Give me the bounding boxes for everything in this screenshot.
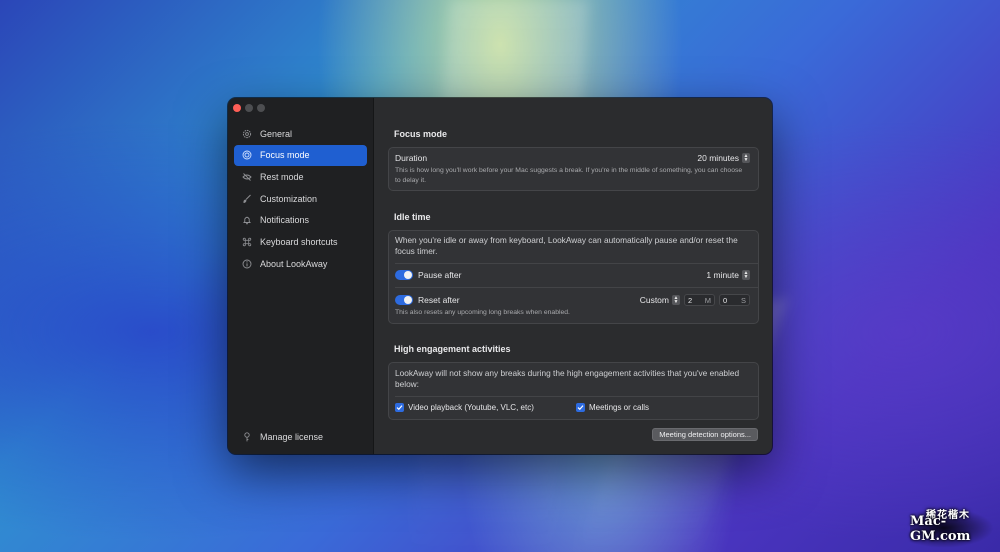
engagement-options-row: Video playback (Youtube, VLC, etc) Meeti… [395,403,750,412]
video-playback-label: Video playback (Youtube, VLC, etc) [408,403,534,412]
reset-minutes-unit: M [704,295,711,305]
high-engagement-panel: LookAway will not show any breaks during… [388,362,759,420]
sidebar-item-label: Focus mode [260,150,310,161]
settings-content: Focus mode Duration 20 minutes ▲ ▼ This i… [374,98,772,454]
idle-time-intro: When you're idle or away from keyboard, … [395,235,738,256]
pause-after-value: 1 minute [706,270,739,280]
reset-minutes-field[interactable]: 2 M [684,294,715,306]
updown-chevron-icon: ▲ ▼ [672,295,680,305]
key-icon [242,432,252,442]
updown-chevron-icon: ▲ ▼ [742,153,750,163]
reset-after-description: This also resets any upcoming long break… [395,309,570,316]
reset-seconds-unit: S [740,295,746,305]
sidebar-nav: General Focus mode Rest mode Customizati… [234,123,367,275]
sidebar-item-rest-mode[interactable]: Rest mode [234,166,367,187]
paintbrush-icon [242,194,252,204]
high-engagement-heading: High engagement activities [394,344,511,354]
info-icon [242,259,252,269]
duration-description: This is how long you'll work before your… [395,167,743,184]
reset-seconds-value: 0 [723,295,728,305]
watermark-site-text: Mac-GM.com [910,514,971,544]
updown-chevron-icon: ▲ ▼ [742,270,750,280]
sidebar-item-label: Keyboard shortcuts [260,236,338,247]
duration-label: Duration [395,153,428,163]
minimize-button[interactable] [245,104,253,112]
sidebar-item-label: Rest mode [260,171,304,182]
command-icon [242,237,252,247]
idle-time-panel: When you're idle or away from keyboard, … [388,230,759,324]
pause-after-select[interactable]: 1 minute ▲ ▼ [706,270,750,280]
reset-after-row: Reset after Custom ▲ ▼ 2 M 0 S [395,294,750,306]
idle-time-heading: Idle time [394,212,431,222]
close-button[interactable] [233,104,241,112]
meetings-option[interactable]: Meetings or calls [576,403,649,412]
sidebar-item-notifications[interactable]: Notifications [234,210,367,231]
duration-value: 20 minutes [697,153,739,163]
divider [395,396,758,397]
manage-license-label: Manage license [260,432,324,442]
reset-after-toggle[interactable] [395,295,413,305]
sidebar-item-general[interactable]: General [234,123,367,144]
target-icon [242,150,252,160]
sidebar-item-customization[interactable]: Customization [234,188,367,209]
pause-after-row: Pause after 1 minute ▲ ▼ [395,270,750,280]
focus-mode-heading: Focus mode [394,129,448,139]
focus-mode-panel: Duration 20 minutes ▲ ▼ This is how long … [388,147,759,191]
reset-after-label: Reset after [418,295,460,305]
reset-mode-value: Custom [639,295,669,305]
eye-slash-icon [242,172,252,182]
watermark-logo: 稀花楷木 Mac-GM.com [910,506,994,548]
pause-after-toggle[interactable] [395,270,413,280]
sidebar-item-label: Customization [260,193,318,204]
reset-seconds-field[interactable]: 0 S [719,294,750,306]
zoom-button[interactable] [257,104,265,112]
sidebar-item-manage-license[interactable]: Manage license [242,432,323,442]
sidebar-item-keyboard-shortcuts[interactable]: Keyboard shortcuts [234,231,367,252]
gear-icon [242,129,252,139]
reset-minutes-value: 2 [688,295,693,305]
checkmark-icon [577,405,584,411]
traffic-lights [233,104,265,112]
duration-select[interactable]: 20 minutes ▲ ▼ [697,153,750,163]
pause-after-label: Pause after [418,270,462,280]
duration-row: Duration 20 minutes ▲ ▼ [395,153,750,163]
checkmark-icon [396,405,403,411]
bell-icon [242,215,252,225]
sidebar-item-label: About LookAway [260,258,328,269]
meetings-checkbox[interactable] [576,403,585,412]
reset-after-group: Reset after [395,295,460,305]
preferences-window: General Focus mode Rest mode Customizati… [228,98,772,454]
meeting-detection-options-button[interactable]: Meeting detection options... [652,428,758,441]
sidebar-item-label: General [260,128,293,139]
sidebar-item-about[interactable]: About LookAway [234,253,367,274]
sidebar-item-label: Notifications [260,215,310,226]
sidebar: General Focus mode Rest mode Customizati… [228,98,374,454]
sidebar-item-focus-mode[interactable]: Focus mode [234,144,367,166]
reset-after-controls: Custom ▲ ▼ 2 M 0 S [640,294,750,306]
meetings-label: Meetings or calls [589,403,650,412]
divider [395,263,758,264]
pause-after-group: Pause after [395,270,461,280]
video-playback-checkbox[interactable] [395,403,404,412]
divider [395,287,758,288]
video-playback-option[interactable]: Video playback (Youtube, VLC, etc) [395,403,576,412]
high-engagement-intro: LookAway will not show any breaks during… [395,368,740,389]
reset-mode-select[interactable]: Custom ▲ ▼ [640,295,680,305]
